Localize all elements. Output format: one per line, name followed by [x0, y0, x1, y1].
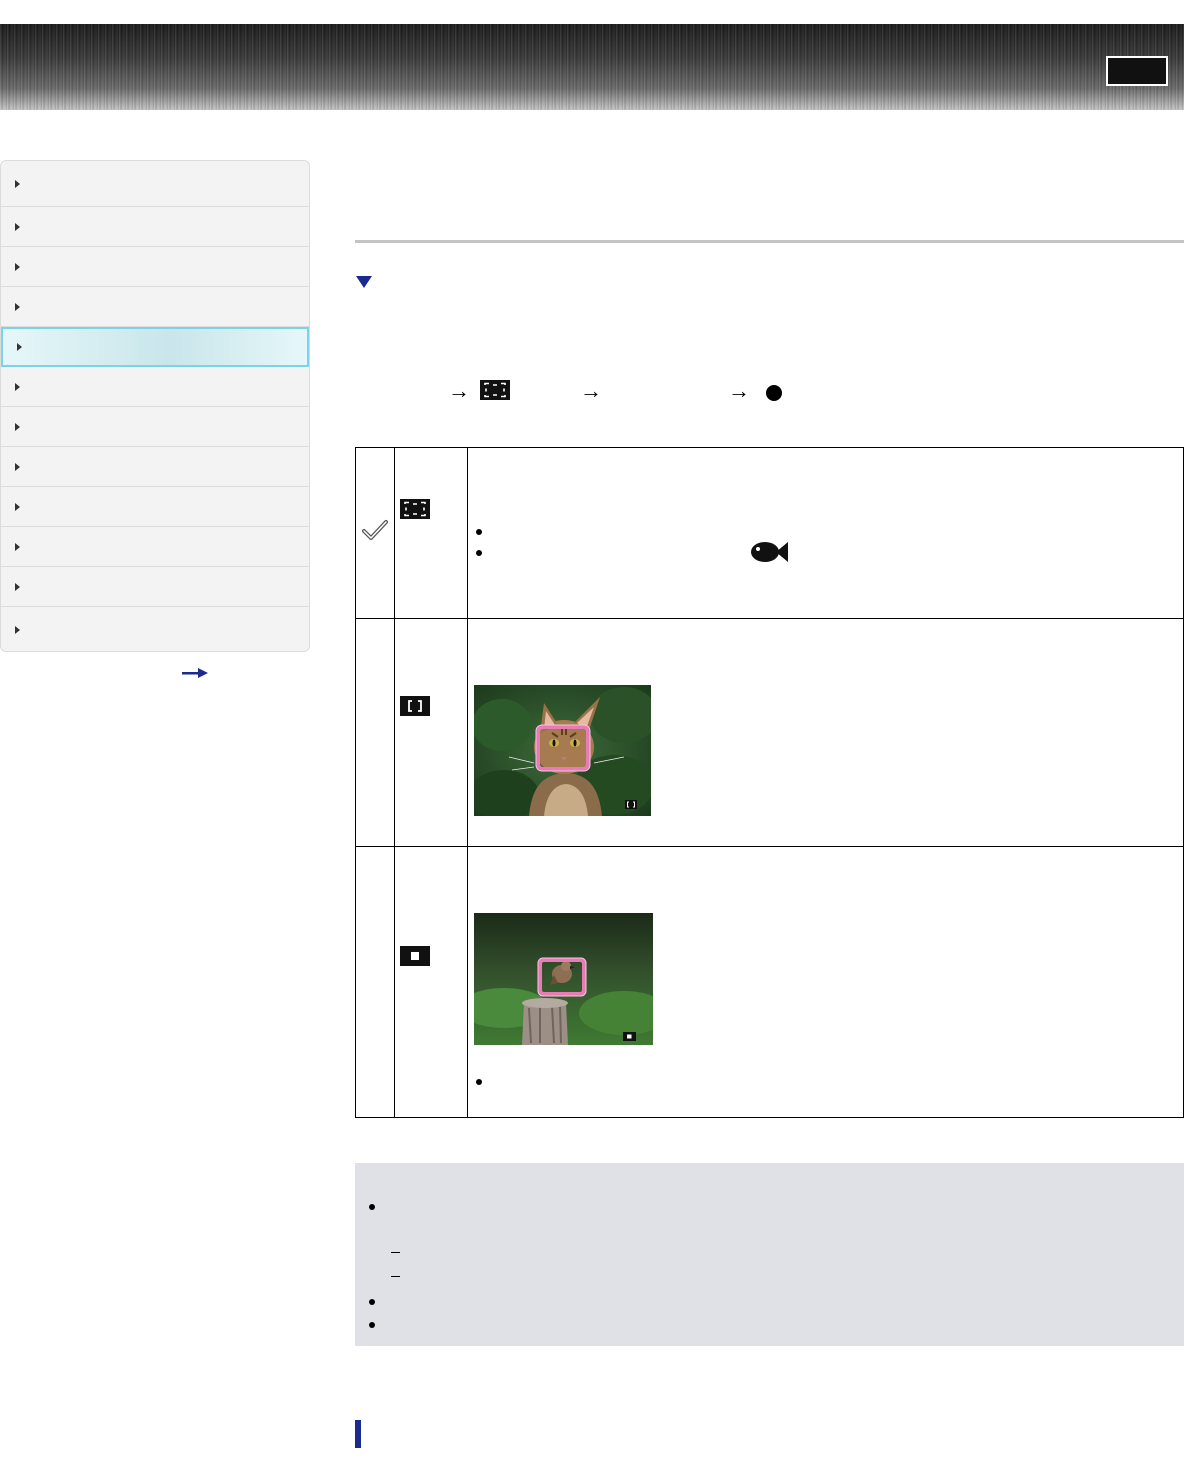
bullet-dot [369, 1322, 375, 1328]
title-divider [355, 240, 1184, 243]
check-cell [355, 447, 395, 619]
table-row [355, 618, 1184, 847]
spot-focus-icon [400, 946, 430, 966]
sidebar-item-6[interactable] [1, 367, 309, 407]
sidebar-item-5-active[interactable] [1, 327, 309, 367]
caret-right-icon [15, 626, 20, 634]
icon-cell [394, 447, 468, 619]
bullet-dot [369, 1204, 375, 1210]
bullet-dot [369, 1299, 375, 1305]
sidebar-item-2[interactable] [1, 207, 309, 247]
path-arrow-3: → [728, 378, 750, 403]
caret-right-icon [15, 302, 20, 311]
dot-icon [766, 385, 782, 401]
icon-cell [394, 846, 468, 1118]
header-top-button[interactable] [1106, 56, 1168, 86]
path-arrow-1: → [448, 378, 470, 403]
caret-right-icon [15, 179, 20, 188]
checkmark-icon [362, 520, 388, 540]
table-row [355, 447, 1184, 619]
sidebar-item-9[interactable] [1, 487, 309, 527]
bullet-dot [476, 1079, 482, 1085]
arrow-right-icon[interactable] [182, 667, 208, 679]
caret-right-icon [15, 502, 20, 511]
table-row [355, 846, 1184, 1118]
caret-right-icon [15, 422, 20, 431]
description-cell [467, 618, 1184, 847]
check-cell [355, 618, 395, 847]
dash-mark [391, 1276, 400, 1277]
caret-right-icon [15, 262, 20, 271]
center-focus-icon [400, 696, 430, 716]
icon-cell [394, 618, 468, 847]
description-cell [467, 846, 1184, 1118]
header-banner [0, 24, 1184, 110]
sidebar-item-12[interactable] [1, 607, 309, 651]
sidebar-item-3[interactable] [1, 247, 309, 287]
sidebar-item-7[interactable] [1, 407, 309, 447]
caret-right-icon [15, 222, 20, 231]
path-arrow-2: → [580, 378, 602, 403]
caret-right-icon [15, 462, 20, 471]
description-cell [467, 447, 1184, 619]
caret-right-icon [15, 542, 20, 551]
bird-on-post-photo [474, 913, 653, 1045]
section-heading-marker [355, 1420, 361, 1448]
sidebar-item-4[interactable] [1, 287, 309, 327]
bullet-dot [476, 550, 482, 556]
sidebar-nav [0, 160, 310, 652]
focus-options-table [355, 447, 1184, 1118]
cat-face-photo [474, 685, 651, 816]
sidebar-item-8[interactable] [1, 447, 309, 487]
caret-right-icon [17, 343, 22, 351]
wide-focus-icon [480, 380, 510, 400]
sidebar-item-11[interactable] [1, 567, 309, 607]
caret-right-icon [15, 382, 20, 391]
bullet-dot [476, 529, 482, 535]
dash-mark [391, 1252, 400, 1253]
sidebar-item-1[interactable] [1, 161, 309, 207]
caret-right-icon [15, 582, 20, 591]
sidebar-item-10[interactable] [1, 527, 309, 567]
triangle-down-icon[interactable] [356, 276, 372, 288]
wide-focus-icon [400, 499, 430, 519]
check-cell [355, 846, 395, 1118]
fish-icon [751, 542, 788, 562]
notes-box [355, 1163, 1184, 1346]
